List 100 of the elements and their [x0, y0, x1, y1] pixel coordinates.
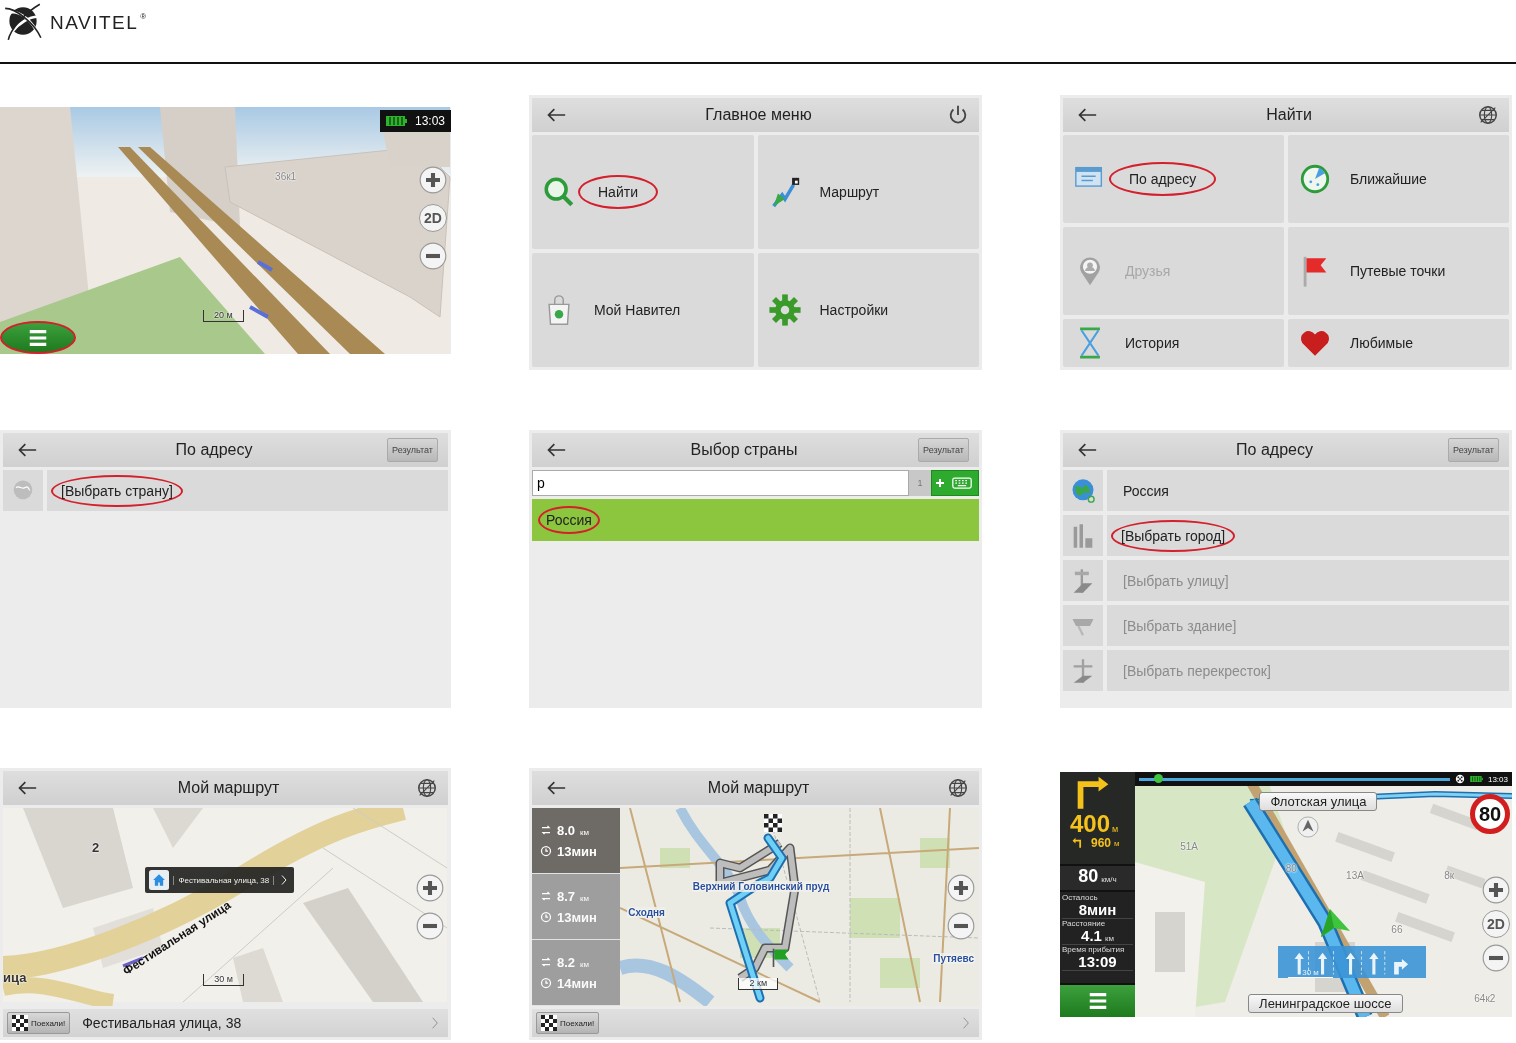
- stat-unit: км: [1104, 934, 1114, 943]
- scale-bar: 30 м: [203, 974, 244, 987]
- nearby-icon: [1298, 162, 1332, 196]
- result-button[interactable]: Результат: [918, 438, 969, 462]
- field-label: [Выбрать город]: [1111, 519, 1236, 552]
- popup-address: Фестивальная улица, 38: [173, 875, 275, 885]
- turn-distance: 400: [1070, 812, 1111, 836]
- result-row[interactable]: Россия: [532, 499, 979, 541]
- park-area: [850, 898, 900, 938]
- speed-unit: км/ч: [1101, 875, 1117, 884]
- scale-bar: 20 м: [202, 309, 244, 322]
- address-field[interactable]: Россия: [1107, 470, 1509, 511]
- menu-tile[interactable]: Путевые точки: [1288, 227, 1509, 315]
- distance-unit: км: [580, 893, 590, 903]
- screen-title: Выбор страны: [689, 441, 799, 459]
- screen-title: По адресу: [174, 441, 254, 459]
- route-distance: 8.0: [557, 822, 576, 838]
- menu-tile[interactable]: Настройки: [757, 253, 979, 367]
- map-label: 36к1: [275, 171, 297, 183]
- zoom-out-icon[interactable]: [947, 912, 975, 940]
- route-distance: 8.7: [557, 888, 576, 904]
- current-speed: 80: [1078, 866, 1099, 887]
- route-time: 13мин: [557, 909, 597, 925]
- distance-unit: км: [580, 827, 590, 837]
- plus-icon: [934, 477, 946, 489]
- screen-title: По адресу: [1235, 441, 1314, 459]
- menu-tile[interactable]: Любимые: [1288, 319, 1509, 367]
- zoom-in-icon[interactable]: [419, 166, 447, 195]
- zoom-in-icon[interactable]: [947, 874, 975, 902]
- screen-title: Мой маршрут: [176, 779, 281, 797]
- menu-tile[interactable]: Найти: [532, 135, 754, 249]
- search-icon: [542, 175, 576, 209]
- menu-label: Путевые точки: [1350, 263, 1446, 279]
- destination-address: Фестивальная улица, 38: [82, 1015, 243, 1031]
- address-field[interactable]: [Выбрать страну]: [47, 470, 448, 511]
- zoom-out-icon[interactable]: [419, 242, 447, 271]
- result-label: Россия: [538, 506, 600, 534]
- menu-label: Маршрут: [819, 184, 880, 200]
- map-label: 13А: [1346, 870, 1364, 881]
- scale-bar: 30 м: [1288, 967, 1333, 978]
- stat-value: 13:09: [1078, 954, 1117, 970]
- menu-tile[interactable]: История: [1063, 319, 1284, 367]
- field-label: [Выбрать страну]: [51, 474, 183, 507]
- scale-bar: 2 км: [738, 978, 779, 991]
- menu-tile[interactable]: Маршрут: [757, 135, 979, 249]
- screen-title: Главное меню: [704, 106, 813, 124]
- zoom-out-icon[interactable]: [416, 912, 444, 940]
- distance-unit: м: [1114, 838, 1120, 848]
- route-time: 13мин: [557, 843, 597, 859]
- stat-label: Расстояние: [1062, 919, 1107, 928]
- keyboard-button[interactable]: [931, 470, 979, 496]
- field-label: [Выбрать перекресток]: [1122, 661, 1272, 681]
- go-button[interactable]: Поехали!: [7, 1012, 71, 1034]
- crossed-globe-icon[interactable]: [947, 777, 969, 799]
- menu-tile[interactable]: Мой Навител: [532, 253, 754, 367]
- address-field[interactable]: [Выбрать город]: [1107, 515, 1509, 556]
- result-button[interactable]: Результат: [387, 438, 438, 462]
- clock-icon: [540, 911, 552, 923]
- power-icon[interactable]: [947, 104, 969, 126]
- go-button[interactable]: Поехали!: [536, 1012, 600, 1034]
- menu-tile[interactable]: Ближайшие: [1288, 135, 1509, 223]
- start-flag-icon: [770, 946, 791, 967]
- menu-label: Любимые: [1350, 335, 1413, 351]
- clock-icon: [540, 977, 552, 989]
- map-label: ица: [3, 970, 27, 986]
- compass-icon[interactable]: [1297, 816, 1320, 839]
- distance-icon: [540, 824, 552, 836]
- brand-name: NAVITEL: [50, 12, 139, 34]
- map-label: 64к2: [1474, 992, 1496, 1004]
- zoom-in-icon[interactable]: [416, 874, 444, 902]
- distance-unit: км: [580, 959, 590, 969]
- crossed-globe-icon[interactable]: [416, 777, 438, 799]
- route-time: 14мин: [557, 975, 597, 991]
- park-area: [880, 958, 920, 988]
- settings-icon: [767, 293, 802, 327]
- field-label: [Выбрать улицу]: [1122, 571, 1230, 591]
- route-option[interactable]: 8.0 км 13мин: [532, 808, 620, 874]
- zoom-in-icon[interactable]: [1482, 875, 1510, 904]
- map-label: 51А: [1180, 840, 1199, 852]
- battery-icon: [1469, 776, 1483, 782]
- search-field[interactable]: р: [532, 470, 909, 496]
- distance-icon: [540, 890, 552, 902]
- zoom-out-icon[interactable]: [1482, 943, 1510, 972]
- stat-label: Время прибытия: [1062, 945, 1126, 954]
- clock-time: 13:03: [1487, 774, 1508, 784]
- stat-value: 4.1: [1081, 928, 1102, 944]
- battery-icon: [385, 116, 407, 126]
- crossed-globe-icon[interactable]: [1477, 104, 1499, 126]
- menu-tile[interactable]: По адресу: [1063, 135, 1284, 223]
- map-label: Путяевс: [932, 952, 975, 964]
- menu-label: Найти: [578, 175, 658, 209]
- field-label: Россия: [1122, 481, 1170, 501]
- field-label: [Выбрать здание]: [1122, 616, 1238, 636]
- menu-label: Мой Навител: [594, 302, 681, 318]
- menu-button[interactable]: [1060, 985, 1135, 1017]
- result-button[interactable]: Результат: [1448, 438, 1499, 462]
- result-count: 1: [909, 470, 931, 496]
- finish-icon: [1454, 774, 1465, 784]
- home-icon[interactable]: [149, 870, 170, 891]
- menu-label: Ближайшие: [1350, 171, 1427, 187]
